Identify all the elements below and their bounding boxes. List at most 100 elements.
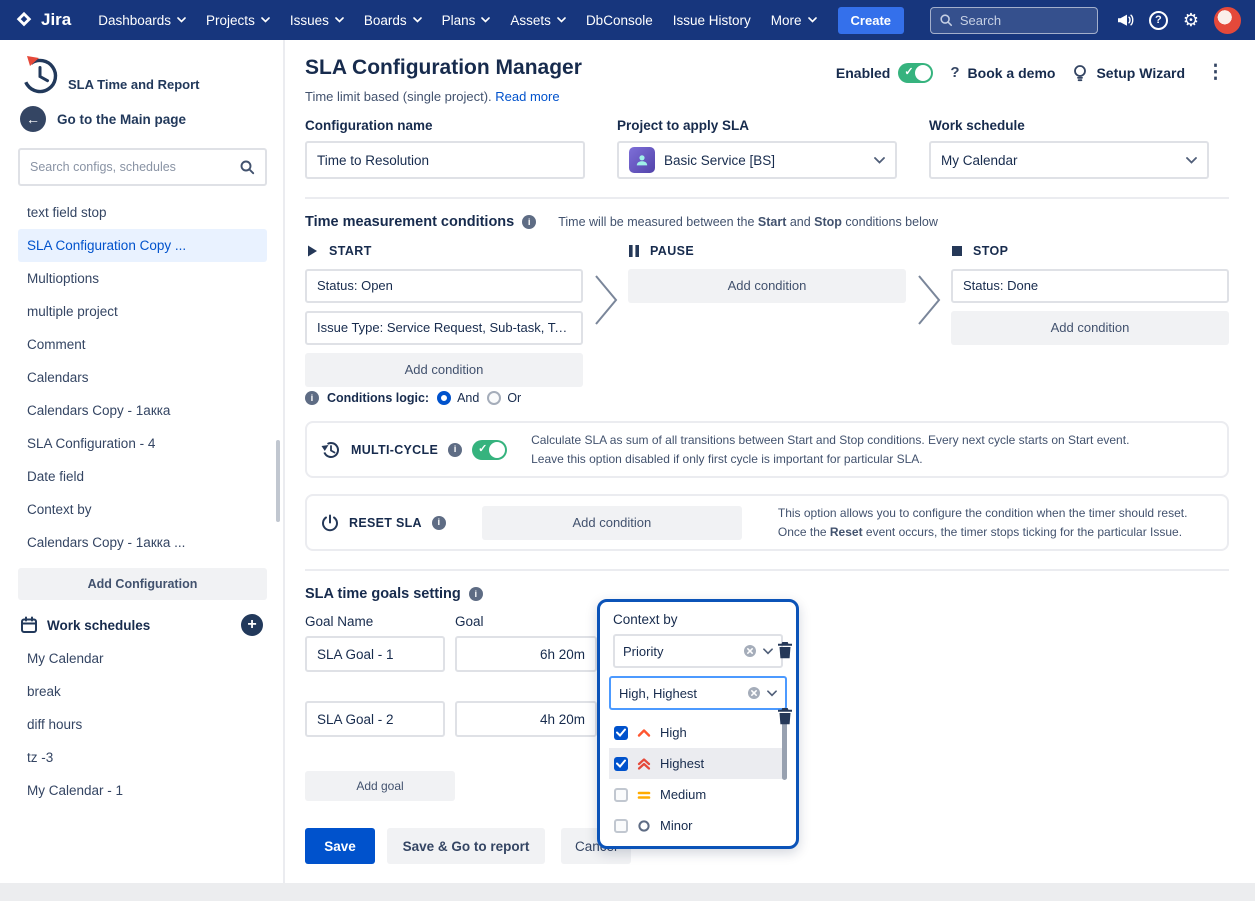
dropdown-option-medium[interactable]: Medium bbox=[609, 779, 787, 810]
add-configuration-button[interactable]: Add Configuration bbox=[18, 568, 267, 600]
nav-item-assets[interactable]: Assets bbox=[501, 0, 575, 40]
setup-wizard-button[interactable]: Setup Wizard bbox=[1072, 64, 1185, 82]
config-item[interactable]: Calendars bbox=[18, 361, 267, 394]
project-avatar bbox=[629, 147, 655, 173]
jira-logo[interactable]: Jira bbox=[14, 10, 71, 30]
create-button[interactable]: Create bbox=[838, 7, 904, 34]
announcement-icon[interactable] bbox=[1116, 12, 1134, 28]
reset-sla-box: RESET SLA Add condition This option allo… bbox=[305, 494, 1229, 551]
context-field-select[interactable]: Priority bbox=[613, 634, 783, 668]
delete-goal-button[interactable] bbox=[775, 706, 795, 726]
more-options-menu[interactable]: ⋮ bbox=[1202, 61, 1229, 84]
nav-item-plans[interactable]: Plans bbox=[433, 0, 500, 40]
delete-goal-button[interactable] bbox=[775, 640, 795, 660]
book-a-demo-button[interactable]: ? Book a demo bbox=[950, 64, 1055, 81]
checkbox-unchecked[interactable] bbox=[614, 788, 628, 802]
config-item[interactable]: Comment bbox=[18, 328, 267, 361]
add-schedule-button[interactable]: + bbox=[241, 614, 263, 636]
config-item-selected[interactable]: SLA Configuration Copy ... bbox=[18, 229, 267, 262]
chevron-down-icon[interactable] bbox=[767, 690, 777, 697]
go-to-main-page[interactable]: ← Go to the Main page bbox=[20, 106, 267, 132]
info-icon[interactable] bbox=[432, 516, 446, 530]
project-select[interactable]: Basic Service [BS] bbox=[617, 141, 897, 179]
radio-and[interactable] bbox=[437, 391, 451, 405]
stop-icon bbox=[951, 245, 963, 257]
info-icon[interactable] bbox=[448, 443, 462, 457]
nav-item-dashboards[interactable]: Dashboards bbox=[89, 0, 195, 40]
goal-name-input[interactable] bbox=[305, 636, 445, 672]
schedule-item[interactable]: My Calendar bbox=[18, 642, 267, 675]
pause-icon bbox=[628, 244, 640, 258]
config-item[interactable]: Date field bbox=[18, 460, 267, 493]
chevron-down-icon bbox=[177, 17, 186, 23]
goal-value-input[interactable] bbox=[455, 701, 597, 737]
sidebar-search-input[interactable] bbox=[30, 160, 239, 174]
gear-icon[interactable]: ⚙ bbox=[1183, 11, 1199, 29]
schedule-item[interactable]: tz -3 bbox=[18, 741, 267, 774]
config-item[interactable]: Calendars Copy - 1акка ... bbox=[18, 526, 267, 559]
context-values-select[interactable]: High, Highest bbox=[609, 676, 787, 710]
info-icon[interactable] bbox=[469, 587, 483, 601]
config-name-input[interactable] bbox=[305, 141, 585, 179]
logic-and-option[interactable]: And bbox=[437, 391, 479, 405]
dropdown-option-high[interactable]: High bbox=[609, 717, 787, 748]
checkbox-unchecked[interactable] bbox=[614, 819, 628, 833]
stop-condition-chip[interactable]: Status: Done bbox=[951, 269, 1229, 303]
checkbox-checked[interactable] bbox=[614, 726, 628, 740]
goal-value-input[interactable] bbox=[455, 636, 597, 672]
save-button[interactable]: Save bbox=[305, 828, 375, 864]
dropdown-option-minor[interactable]: Minor bbox=[609, 810, 787, 841]
config-item[interactable]: SLA Configuration - 4 bbox=[18, 427, 267, 460]
config-item[interactable]: Calendars Copy - 1акка bbox=[18, 394, 267, 427]
reset-add-condition-button[interactable]: Add condition bbox=[482, 506, 742, 540]
enabled-label: Enabled bbox=[836, 65, 890, 81]
enabled-toggle[interactable] bbox=[898, 63, 933, 83]
nav-item-dbconsole[interactable]: DbConsole bbox=[577, 0, 662, 40]
chevron-down-icon bbox=[874, 157, 885, 164]
checkbox-checked[interactable] bbox=[614, 757, 628, 771]
logic-or-option[interactable]: Or bbox=[487, 391, 521, 405]
config-item[interactable]: multiple project bbox=[18, 295, 267, 328]
sidebar-search[interactable] bbox=[18, 148, 267, 186]
config-item[interactable]: Multioptions bbox=[18, 262, 267, 295]
schedule-select[interactable]: My Calendar bbox=[929, 141, 1209, 179]
divider bbox=[305, 197, 1229, 199]
goal-name-input[interactable] bbox=[305, 701, 445, 737]
info-icon[interactable] bbox=[305, 391, 319, 405]
read-more-link[interactable]: Read more bbox=[495, 89, 559, 104]
save-and-go-to-report-button[interactable]: Save & Go to report bbox=[387, 828, 545, 864]
info-icon[interactable] bbox=[522, 215, 536, 229]
nav-item-more[interactable]: More bbox=[762, 0, 826, 40]
stop-add-condition-button[interactable]: Add condition bbox=[951, 311, 1229, 345]
radio-or[interactable] bbox=[487, 391, 501, 405]
window-bottom-edge bbox=[0, 883, 1255, 901]
sidebar-scrollbar[interactable] bbox=[276, 440, 280, 522]
pause-add-condition-button[interactable]: Add condition bbox=[628, 269, 906, 303]
conditions-logic-label: Conditions logic: bbox=[327, 391, 429, 405]
goals-title: SLA time goals setting bbox=[305, 586, 461, 602]
clear-icon[interactable] bbox=[743, 644, 757, 658]
global-search[interactable] bbox=[930, 7, 1098, 34]
config-item[interactable]: text field stop bbox=[18, 196, 267, 229]
nav-item-projects[interactable]: Projects bbox=[197, 0, 279, 40]
help-icon[interactable]: ? bbox=[1149, 11, 1168, 30]
dropdown-scrollbar[interactable] bbox=[782, 720, 787, 780]
nav-item-boards[interactable]: Boards bbox=[355, 0, 431, 40]
add-goal-button[interactable]: Add goal bbox=[305, 771, 455, 801]
schedule-item[interactable]: break bbox=[18, 675, 267, 708]
conditions-title: Time measurement conditions bbox=[305, 214, 514, 230]
nav-item-issue-history[interactable]: Issue History bbox=[664, 0, 760, 40]
schedule-item[interactable]: diff hours bbox=[18, 708, 267, 741]
clear-icon[interactable] bbox=[747, 686, 761, 700]
avatar[interactable] bbox=[1214, 7, 1241, 34]
schedule-item[interactable]: My Calendar - 1 bbox=[18, 774, 267, 807]
start-add-condition-button[interactable]: Add condition bbox=[305, 353, 583, 387]
chevron-down-icon[interactable] bbox=[763, 648, 773, 655]
start-condition-chip[interactable]: Issue Type: Service Request, Sub-task, T… bbox=[305, 311, 583, 345]
global-search-input[interactable] bbox=[960, 13, 1089, 28]
multi-cycle-toggle[interactable] bbox=[472, 440, 507, 460]
start-condition-chip[interactable]: Status: Open bbox=[305, 269, 583, 303]
dropdown-option-highest[interactable]: Highest bbox=[609, 748, 787, 779]
nav-item-issues[interactable]: Issues bbox=[281, 0, 353, 40]
config-item[interactable]: Context by bbox=[18, 493, 267, 526]
